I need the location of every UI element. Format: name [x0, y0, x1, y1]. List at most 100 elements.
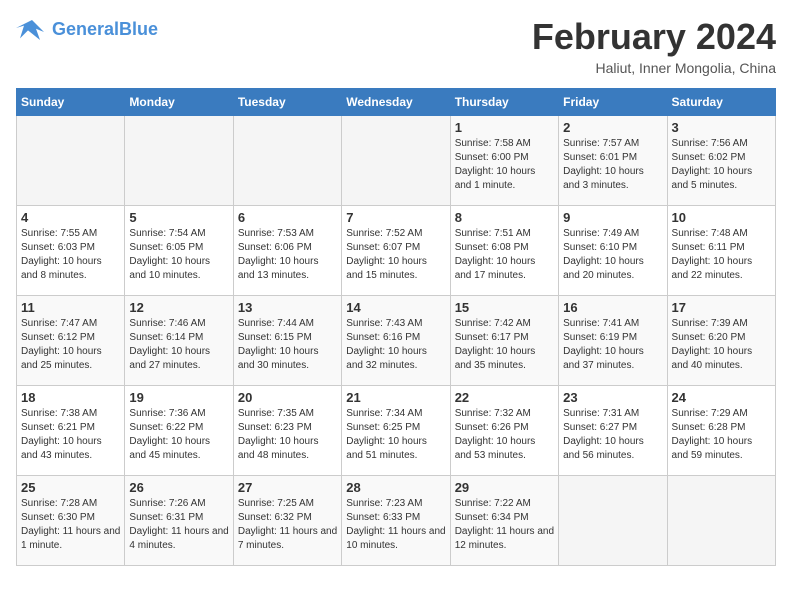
day-info: Sunrise: 7:54 AM Sunset: 6:05 PM Dayligh… — [129, 227, 228, 283]
day-info: Sunrise: 7:26 AM Sunset: 6:31 PM Dayligh… — [129, 497, 228, 553]
day-info: Sunrise: 7:32 AM Sunset: 6:26 PM Dayligh… — [455, 407, 554, 463]
calendar-cell — [559, 476, 667, 566]
day-info: Sunrise: 7:48 AM Sunset: 6:11 PM Dayligh… — [672, 227, 771, 283]
day-number: 1 — [455, 120, 554, 135]
day-info: Sunrise: 7:53 AM Sunset: 6:06 PM Dayligh… — [238, 227, 337, 283]
calendar-cell: 1 Sunrise: 7:58 AM Sunset: 6:00 PM Daylig… — [450, 116, 558, 206]
calendar-cell: 26Sunrise: 7:26 AM Sunset: 6:31 PM Dayli… — [125, 476, 233, 566]
day-number: 25 — [21, 480, 120, 495]
calendar-week-row: 18 Sunrise: 7:38 AM Sunset: 6:21 PM Dayli… — [17, 386, 776, 476]
day-info: Sunrise: 7:44 AM Sunset: 6:15 PM Dayligh… — [238, 317, 337, 373]
day-info: Sunrise: 7:25 AM Sunset: 6:32 PM Dayligh… — [238, 497, 337, 553]
day-number: 29 — [455, 480, 554, 495]
day-number: 22 — [455, 390, 554, 405]
calendar-cell: 4 Sunrise: 7:55 AM Sunset: 6:03 PM Daylig… — [17, 206, 125, 296]
day-info: Sunrise: 7:41 AM Sunset: 6:19 PM Dayligh… — [563, 317, 662, 373]
calendar-cell: 3Sunrise: 7:56 AM Sunset: 6:02 PM Daylig… — [667, 116, 775, 206]
day-info: Sunrise: 7:36 AM Sunset: 6:22 PM Dayligh… — [129, 407, 228, 463]
calendar-cell: 7 Sunrise: 7:52 AM Sunset: 6:07 PM Daylig… — [342, 206, 450, 296]
calendar-cell — [233, 116, 341, 206]
calendar-cell: 8 Sunrise: 7:51 AM Sunset: 6:08 PM Daylig… — [450, 206, 558, 296]
calendar-cell: 6 Sunrise: 7:53 AM Sunset: 6:06 PM Daylig… — [233, 206, 341, 296]
calendar-cell: 5 Sunrise: 7:54 AM Sunset: 6:05 PM Daylig… — [125, 206, 233, 296]
calendar-cell: 17 Sunrise: 7:39 AM Sunset: 6:20 PM Dayli… — [667, 296, 775, 386]
calendar-cell: 25 Sunrise: 7:28 AM Sunset: 6:30 PM Dayli… — [17, 476, 125, 566]
day-number: 28 — [346, 480, 445, 495]
weekday-header-row: SundayMondayTuesdayWednesdayThursdayFrid… — [17, 89, 776, 116]
calendar-cell: 16 Sunrise: 7:41 AM Sunset: 6:19 PM Dayli… — [559, 296, 667, 386]
calendar-cell: 21 Sunrise: 7:34 AM Sunset: 6:25 PM Dayli… — [342, 386, 450, 476]
day-number: 23 — [563, 390, 662, 405]
day-info: Sunrise: 7:51 AM Sunset: 6:08 PM Dayligh… — [455, 227, 554, 283]
calendar-week-row: 25 Sunrise: 7:28 AM Sunset: 6:30 PM Dayli… — [17, 476, 776, 566]
day-number: 5 — [129, 210, 228, 225]
day-info: Sunrise: 7:49 AM Sunset: 6:10 PM Dayligh… — [563, 227, 662, 283]
day-number: 9 — [563, 210, 662, 225]
day-number: 12 — [129, 300, 228, 315]
calendar-cell: 22 Sunrise: 7:32 AM Sunset: 6:26 PM Dayli… — [450, 386, 558, 476]
day-number: 3 — [672, 120, 771, 135]
day-info: Sunrise: 7:38 AM Sunset: 6:21 PM Dayligh… — [21, 407, 120, 463]
calendar-cell: 28 Sunrise: 7:23 AM Sunset: 6:33 PM Dayli… — [342, 476, 450, 566]
weekday-header-monday: Monday — [125, 89, 233, 116]
app-logo: GeneralBlue — [16, 16, 158, 44]
weekday-header-wednesday: Wednesday — [342, 89, 450, 116]
day-number: 18 — [21, 390, 120, 405]
calendar-cell: 19 Sunrise: 7:36 AM Sunset: 6:22 PM Dayli… — [125, 386, 233, 476]
day-number: 13 — [238, 300, 337, 315]
day-info: Sunrise: 7:39 AM Sunset: 6:20 PM Dayligh… — [672, 317, 771, 373]
day-number: 20 — [238, 390, 337, 405]
weekday-header-friday: Friday — [559, 89, 667, 116]
day-info: Sunrise: 7:55 AM Sunset: 6:03 PM Dayligh… — [21, 227, 120, 283]
day-number: 11 — [21, 300, 120, 315]
day-number: 4 — [21, 210, 120, 225]
day-number: 6 — [238, 210, 337, 225]
day-number: 14 — [346, 300, 445, 315]
day-number: 17 — [672, 300, 771, 315]
day-info: Sunrise: 7:57 AM Sunset: 6:01 PM Dayligh… — [563, 137, 662, 193]
day-info: Sunrise: 7:22 AM Sunset: 6:34 PM Dayligh… — [455, 497, 554, 553]
day-info: Sunrise: 7:52 AM Sunset: 6:07 PM Dayligh… — [346, 227, 445, 283]
day-number: 15 — [455, 300, 554, 315]
weekday-header-thursday: Thursday — [450, 89, 558, 116]
day-number: 7 — [346, 210, 445, 225]
calendar-cell: 18 Sunrise: 7:38 AM Sunset: 6:21 PM Dayli… — [17, 386, 125, 476]
day-info: Sunrise: 7:58 AM Sunset: 6:00 PM Dayligh… — [455, 137, 554, 193]
day-number: 19 — [129, 390, 228, 405]
calendar-cell: 13 Sunrise: 7:44 AM Sunset: 6:15 PM Dayli… — [233, 296, 341, 386]
calendar-cell — [342, 116, 450, 206]
day-info: Sunrise: 7:34 AM Sunset: 6:25 PM Dayligh… — [346, 407, 445, 463]
calendar-week-row: 1 Sunrise: 7:58 AM Sunset: 6:00 PM Daylig… — [17, 116, 776, 206]
day-number: 8 — [455, 210, 554, 225]
day-number: 16 — [563, 300, 662, 315]
day-info: Sunrise: 7:43 AM Sunset: 6:16 PM Dayligh… — [346, 317, 445, 373]
day-info: Sunrise: 7:29 AM Sunset: 6:28 PM Dayligh… — [672, 407, 771, 463]
day-info: Sunrise: 7:23 AM Sunset: 6:33 PM Dayligh… — [346, 497, 445, 553]
logo-icon — [16, 16, 48, 44]
calendar-cell: 27 Sunrise: 7:25 AM Sunset: 6:32 PM Dayli… — [233, 476, 341, 566]
day-info: Sunrise: 7:35 AM Sunset: 6:23 PM Dayligh… — [238, 407, 337, 463]
day-number: 21 — [346, 390, 445, 405]
calendar-cell: 10 Sunrise: 7:48 AM Sunset: 6:11 PM Dayli… — [667, 206, 775, 296]
calendar-cell: 29 Sunrise: 7:22 AM Sunset: 6:34 PM Dayli… — [450, 476, 558, 566]
calendar-cell: 12Sunrise: 7:46 AM Sunset: 6:14 PM Dayli… — [125, 296, 233, 386]
calendar-week-row: 4 Sunrise: 7:55 AM Sunset: 6:03 PM Daylig… — [17, 206, 776, 296]
day-info: Sunrise: 7:31 AM Sunset: 6:27 PM Dayligh… — [563, 407, 662, 463]
day-number: 24 — [672, 390, 771, 405]
calendar-cell: 20 Sunrise: 7:35 AM Sunset: 6:23 PM Dayli… — [233, 386, 341, 476]
calendar-week-row: 11Sunrise: 7:47 AM Sunset: 6:12 PM Dayli… — [17, 296, 776, 386]
calendar-table: SundayMondayTuesdayWednesdayThursdayFrid… — [16, 88, 776, 566]
day-number: 27 — [238, 480, 337, 495]
weekday-header-sunday: Sunday — [17, 89, 125, 116]
calendar-cell: 9 Sunrise: 7:49 AM Sunset: 6:10 PM Daylig… — [559, 206, 667, 296]
calendar-cell: 11Sunrise: 7:47 AM Sunset: 6:12 PM Dayli… — [17, 296, 125, 386]
day-info: Sunrise: 7:42 AM Sunset: 6:17 PM Dayligh… — [455, 317, 554, 373]
page-header: GeneralBlue February 2024 Haliut, Inner … — [16, 16, 776, 76]
calendar-cell: 14 Sunrise: 7:43 AM Sunset: 6:16 PM Dayli… — [342, 296, 450, 386]
day-number: 10 — [672, 210, 771, 225]
calendar-cell: 15 Sunrise: 7:42 AM Sunset: 6:17 PM Dayli… — [450, 296, 558, 386]
location-text: Haliut, Inner Mongolia, China — [532, 60, 776, 76]
day-info: Sunrise: 7:28 AM Sunset: 6:30 PM Dayligh… — [21, 497, 120, 553]
calendar-cell — [125, 116, 233, 206]
calendar-cell: 24 Sunrise: 7:29 AM Sunset: 6:28 PM Dayli… — [667, 386, 775, 476]
